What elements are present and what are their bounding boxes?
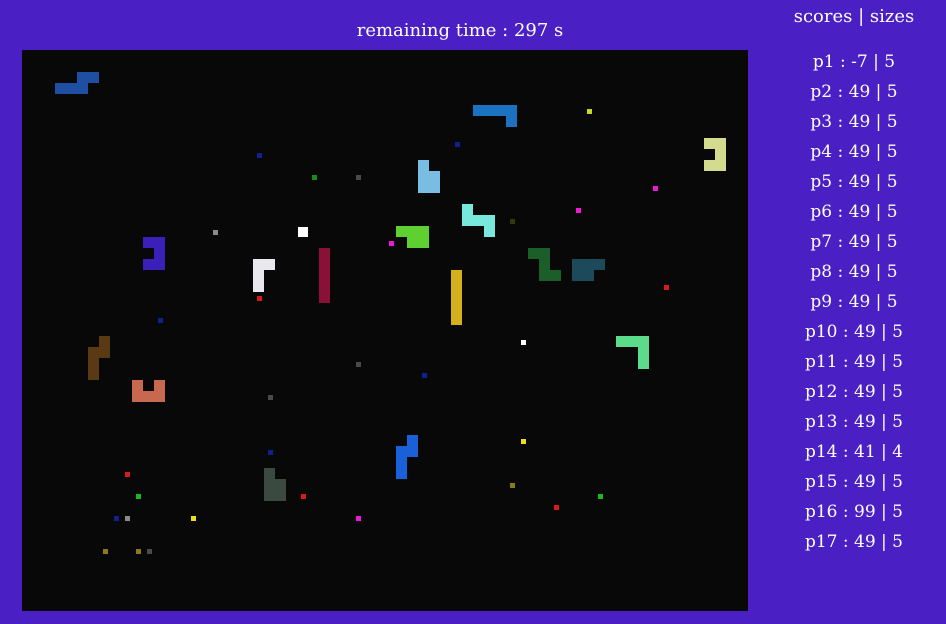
snake — [528, 248, 561, 281]
food-pellet — [521, 340, 526, 345]
food-pellet — [298, 227, 308, 237]
food-pellet — [653, 186, 658, 191]
food-pellet — [125, 516, 130, 521]
snake — [396, 435, 418, 479]
score-entry: p1 : -7 | 5 — [812, 52, 896, 72]
food-pellet — [103, 549, 108, 554]
food-pellet — [422, 373, 427, 378]
snake — [143, 237, 165, 270]
food-pellet — [510, 219, 515, 224]
food-pellet — [356, 175, 361, 180]
food-pellet — [268, 395, 273, 400]
snake — [319, 248, 330, 303]
food-pellet — [598, 494, 603, 499]
snake — [132, 380, 165, 402]
score-entry: p3 : 49 | 5 — [810, 112, 898, 132]
score-entry: p16 : 99 | 5 — [804, 502, 904, 522]
snake — [88, 336, 110, 380]
snake — [616, 336, 649, 369]
food-pellet — [455, 142, 460, 147]
food-pellet — [268, 450, 273, 455]
score-entry: p14 : 41 | 4 — [804, 442, 904, 462]
snake — [396, 226, 429, 248]
food-pellet — [521, 439, 526, 444]
score-entry: p4 : 49 | 5 — [810, 142, 898, 162]
food-pellet — [356, 362, 361, 367]
food-pellet — [554, 505, 559, 510]
food-pellet — [213, 230, 218, 235]
food-pellet — [389, 241, 394, 246]
food-pellet — [136, 549, 141, 554]
food-pellets — [103, 109, 669, 554]
score-entry: p5 : 49 | 5 — [810, 172, 898, 192]
food-pellet — [301, 494, 306, 499]
food-pellet — [125, 472, 130, 477]
score-entry: p2 : 49 | 5 — [810, 82, 898, 102]
game-board[interactable] — [22, 50, 748, 611]
food-pellet — [191, 516, 196, 521]
score-entry: p12 : 49 | 5 — [804, 382, 904, 402]
food-pellet — [114, 516, 119, 521]
food-pellet — [147, 549, 152, 554]
score-entry: p17 : 49 | 5 — [804, 532, 904, 552]
snake — [451, 270, 462, 325]
remaining-time: remaining time : 297 s — [356, 20, 564, 41]
snake — [253, 259, 275, 292]
game-canvas — [55, 72, 726, 554]
scores-title: scores | sizes — [793, 6, 915, 27]
food-pellet — [312, 175, 317, 180]
snake — [55, 72, 99, 94]
score-entry: p11 : 49 | 5 — [804, 352, 904, 372]
score-entry: p9 : 49 | 5 — [810, 292, 898, 312]
score-entry: p10 : 49 | 5 — [804, 322, 904, 342]
score-entry: p7 : 49 | 5 — [810, 232, 898, 252]
score-entry: p8 : 49 | 5 — [810, 262, 898, 282]
food-pellet — [136, 494, 141, 499]
score-entry: p13 : 49 | 5 — [804, 412, 904, 432]
score-entry: p6 : 49 | 5 — [810, 202, 898, 222]
food-pellet — [664, 285, 669, 290]
food-pellet — [257, 296, 262, 301]
food-pellet — [576, 208, 581, 213]
snake — [473, 105, 517, 127]
snake — [264, 468, 286, 501]
food-pellet — [356, 516, 361, 521]
food-pellet — [510, 483, 515, 488]
snake — [418, 160, 440, 193]
food-pellet — [587, 109, 592, 114]
snake — [704, 138, 726, 171]
score-entry: p15 : 49 | 5 — [804, 472, 904, 492]
food-pellet — [158, 318, 163, 323]
food-pellet — [257, 153, 262, 158]
score-list: p1 : -7 | 5 p2 : 49 | 5 p3 : 49 | 5 p4 :… — [770, 50, 938, 560]
snake — [572, 259, 605, 281]
snake — [462, 204, 495, 237]
